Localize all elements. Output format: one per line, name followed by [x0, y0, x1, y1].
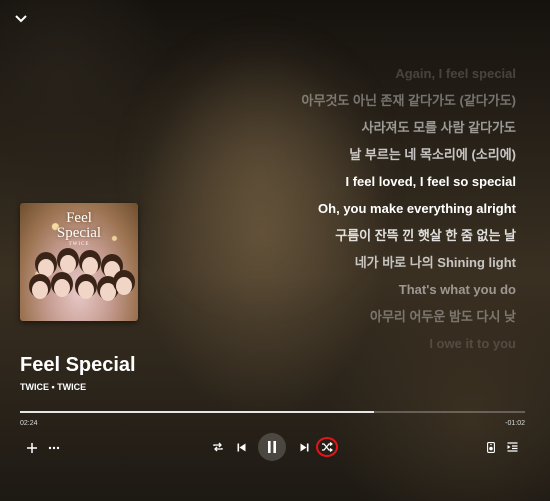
track-artist[interactable]: TWICE • TWICE [20, 382, 86, 392]
album-art-title: Feel Special [56, 210, 102, 241]
previous-button[interactable] [233, 439, 249, 455]
lyric-line[interactable]: That's what you do [156, 276, 516, 303]
speaker-icon [487, 441, 495, 453]
next-button[interactable] [296, 439, 312, 455]
more-options-button[interactable] [46, 440, 62, 456]
lyric-line[interactable]: Again, I feel special [156, 60, 516, 87]
skip-next-icon [300, 443, 308, 451]
lyric-line[interactable]: 날 부르는 네 목소리에 (소리에) [156, 141, 516, 168]
plus-icon [27, 443, 37, 453]
skip-previous-icon [237, 443, 245, 451]
connect-device-button[interactable] [483, 439, 499, 455]
shuffle-icon [322, 442, 333, 452]
lyric-line[interactable]: 구름이 잔뜩 낀 햇살 한 줌 없는 날 [156, 222, 516, 249]
repeat-button[interactable] [210, 439, 226, 455]
time-remaining: -01:02 [505, 420, 525, 427]
chevron-down-icon [15, 15, 27, 23]
lyrics-panel[interactable]: Again, I feel special 아무것도 아닌 존재 같다가도 (같… [156, 60, 516, 357]
queue-button[interactable] [504, 439, 520, 455]
collapse-player-button[interactable] [14, 12, 28, 26]
queue-icon [507, 442, 517, 452]
lyric-line[interactable]: 사라져도 모를 사람 같다가도 [156, 114, 516, 141]
progress-bar-fill [20, 411, 374, 413]
add-button[interactable] [24, 440, 40, 456]
lyric-line-active[interactable]: Oh, you make everything alright [156, 195, 516, 222]
time-elapsed: 02:24 [20, 420, 38, 427]
track-title: Feel Special [20, 354, 136, 376]
album-art-artist: TWICE [68, 242, 90, 247]
shuffle-button[interactable] [316, 437, 338, 457]
repeat-icon [213, 442, 223, 452]
progress-bar[interactable] [20, 411, 525, 413]
lyric-line[interactable]: I feel loved, I feel so special [156, 168, 516, 195]
lyric-line[interactable]: 아무것도 아닌 존재 같다가도 (같다가도) [156, 87, 516, 114]
lyric-line[interactable]: 아무리 어두운 밤도 다시 낮 [156, 303, 516, 330]
play-pause-button[interactable] [258, 433, 286, 461]
pause-icon [268, 441, 276, 453]
more-horizontal-icon [48, 446, 60, 450]
album-art-group-photo [30, 251, 132, 315]
lyric-line[interactable]: I owe it to you [156, 330, 516, 357]
lyric-line[interactable]: 네가 바로 나의 Shining light [156, 249, 516, 276]
album-art: Feel Special TWICE [20, 203, 138, 321]
